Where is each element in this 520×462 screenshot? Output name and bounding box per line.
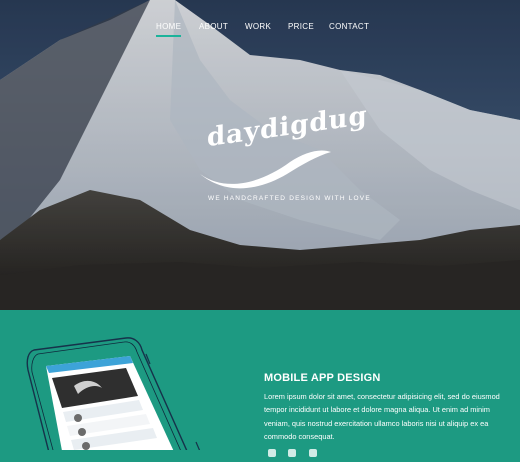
nav-work[interactable]: WORK <box>245 22 271 31</box>
main-nav: HOME ABOUT WORK PRICE CONTACT <box>0 22 520 42</box>
feature-description: Lorem ipsum dolor sit amet, consectetur … <box>264 392 500 441</box>
nav-home[interactable]: HOME <box>156 22 182 37</box>
nav-price[interactable]: PRICE <box>288 22 314 31</box>
social-icon-3[interactable] <box>308 449 317 457</box>
phone-mockup <box>26 337 201 450</box>
logo-tagline: WE HANDCRAFTED DESIGN WITH LOVE <box>208 195 371 202</box>
feature-title: MOBILE APP DESIGN <box>264 372 381 384</box>
social-icon-1[interactable] <box>268 449 276 457</box>
nav-about[interactable]: ABOUT <box>199 22 228 31</box>
social-icons <box>268 444 348 457</box>
hero-section: HOME ABOUT WORK PRICE CONTACT daydigdug … <box>0 0 520 310</box>
social-icon-2[interactable] <box>288 449 297 457</box>
brand-logo[interactable]: daydigdug WE HANDCRAFTED DESIGN WITH LOV… <box>195 101 370 212</box>
nav-contact[interactable]: CONTACT <box>329 22 369 31</box>
